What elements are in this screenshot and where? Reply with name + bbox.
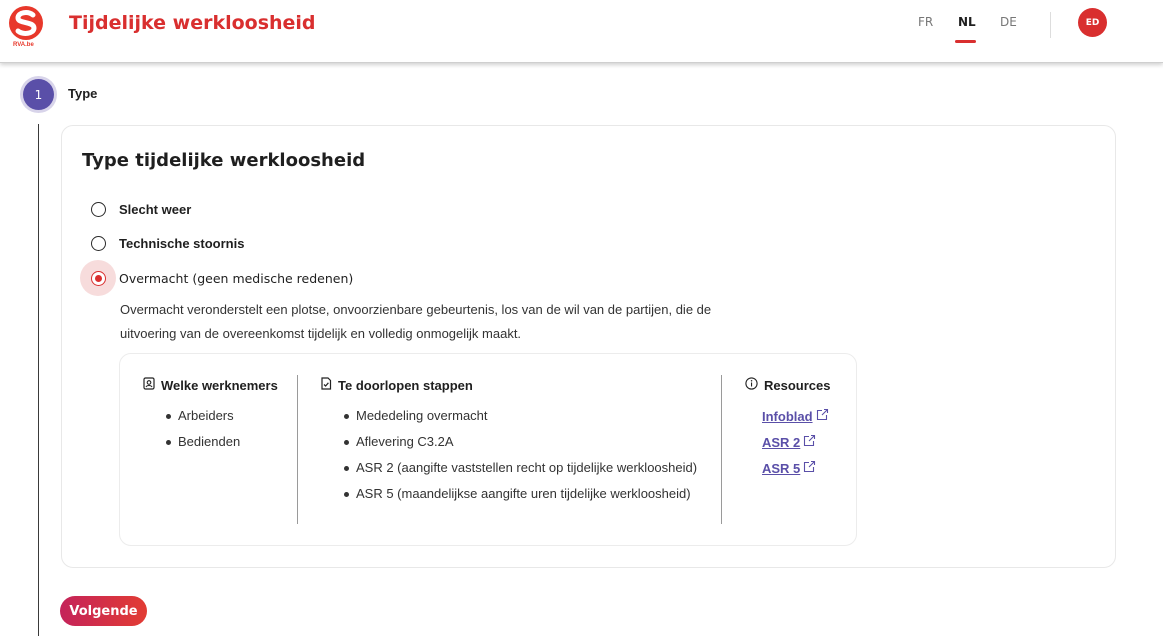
list-item: ASR 5 (maandelijkse aangifte uren tijdel… bbox=[344, 486, 691, 501]
external-link-icon bbox=[803, 434, 816, 450]
step-indicator: 1 bbox=[20, 76, 57, 113]
badge-icon bbox=[143, 377, 155, 393]
radio-option-slecht-weer[interactable]: Slecht weer bbox=[80, 191, 191, 227]
user-avatar[interactable]: ED bbox=[1078, 8, 1107, 37]
radio-button[interactable] bbox=[90, 235, 106, 251]
radio-button-selected[interactable] bbox=[90, 270, 106, 286]
external-link-icon bbox=[816, 408, 829, 424]
info-icon bbox=[745, 377, 758, 393]
employees-heading: Welke werknemers bbox=[143, 377, 278, 393]
resources-heading: Resources bbox=[745, 377, 830, 393]
header-divider bbox=[1050, 12, 1051, 38]
resource-link-asr2[interactable]: ASR 2 bbox=[762, 434, 816, 450]
app-title: Tijdelijke werkloosheid bbox=[69, 12, 316, 34]
lang-nl[interactable]: NL bbox=[958, 15, 976, 29]
radio-option-technische-stoornis[interactable]: Technische stoornis bbox=[80, 225, 244, 261]
list-item: Bedienden bbox=[165, 434, 241, 449]
employees-heading-text: Welke werknemers bbox=[161, 377, 278, 393]
steps-heading: Te doorlopen stappen bbox=[320, 377, 473, 393]
list-item: Arbeiders bbox=[166, 408, 234, 423]
radio-option-overmacht[interactable]: Overmacht (geen medische redenen) bbox=[80, 260, 353, 296]
top-header: RVA.be Tijdelijke werkloosheid FR NL DE … bbox=[0, 0, 1163, 63]
step-label: Type bbox=[68, 86, 98, 101]
radio-label: Slecht weer bbox=[119, 201, 192, 217]
rva-logo-icon bbox=[9, 6, 43, 40]
list-item: ASR 2 (aangifte vaststellen recht op tij… bbox=[343, 460, 698, 475]
lang-fr[interactable]: FR bbox=[918, 15, 933, 29]
description-line: Overmacht veronderstelt een plotse, onvo… bbox=[120, 302, 712, 317]
column-divider bbox=[297, 375, 298, 524]
list-item: Aflevering C3.2A bbox=[344, 434, 454, 449]
lang-de[interactable]: DE bbox=[1000, 15, 1017, 29]
link-text[interactable]: ASR 5 bbox=[762, 461, 800, 476]
radio-halo bbox=[80, 225, 116, 261]
link-text[interactable]: Infoblad bbox=[762, 409, 813, 424]
radio-label: Overmacht (geen medische redenen) bbox=[119, 270, 354, 286]
card-title: Type tijdelijke werkloosheid bbox=[82, 150, 366, 171]
resource-link-infoblad[interactable]: Infoblad bbox=[762, 408, 829, 424]
steps-heading-text: Te doorlopen stappen bbox=[338, 377, 473, 393]
external-link-icon bbox=[803, 460, 816, 476]
step-connector-line bbox=[38, 124, 39, 636]
active-lang-indicator bbox=[955, 40, 976, 43]
radio-button[interactable] bbox=[90, 201, 106, 217]
radio-dot bbox=[94, 274, 102, 282]
column-divider bbox=[721, 375, 722, 524]
checklist-icon bbox=[320, 377, 332, 393]
list-item: Mededeling overmacht bbox=[344, 408, 488, 423]
radio-halo-selected bbox=[80, 260, 116, 296]
resources-heading-text: Resources bbox=[764, 377, 831, 393]
option-description: Overmacht veronderstelt een plotse, onvo… bbox=[120, 298, 740, 346]
link-text[interactable]: ASR 2 bbox=[762, 435, 800, 450]
resource-link-asr5[interactable]: ASR 5 bbox=[762, 460, 816, 476]
rva-logo[interactable]: RVA.be bbox=[6, 5, 46, 49]
radio-label: Technische stoornis bbox=[119, 235, 245, 251]
step-number: 1 bbox=[23, 79, 54, 110]
next-button[interactable]: Volgende bbox=[60, 596, 147, 626]
description-line: uitvoering van de overeenkomst tijdelijk… bbox=[120, 326, 522, 341]
logo-text: RVA.be bbox=[13, 42, 34, 48]
radio-halo bbox=[80, 191, 116, 227]
